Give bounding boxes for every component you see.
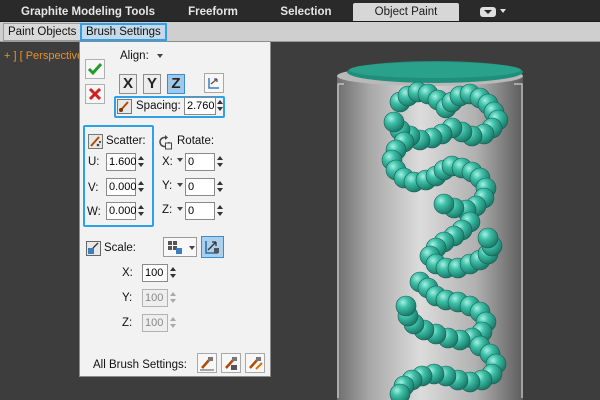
tab-graphite-modeling-tools[interactable]: Graphite Modeling Tools <box>18 3 158 21</box>
spacing-brush-icon <box>117 99 132 114</box>
rotate-x-input[interactable]: 0 <box>185 153 215 171</box>
scatter-w-input[interactable]: 0.000 <box>106 202 137 220</box>
flip-axis-button[interactable] <box>204 73 224 93</box>
scatter-u-label: U: <box>88 156 100 168</box>
scale-y-input[interactable]: 100 <box>142 289 168 307</box>
scatter-v-label: V: <box>88 182 99 194</box>
scatter-label: Scatter: <box>106 135 146 147</box>
rotate-z-input[interactable]: 0 <box>185 202 215 220</box>
brush-icon <box>200 357 214 371</box>
scale-icon <box>86 241 101 256</box>
scale-label: Scale: <box>104 242 136 254</box>
rotate-y-spinner[interactable] <box>217 178 225 196</box>
all-brush-settings-label: All Brush Settings: <box>93 359 187 371</box>
spacing-input[interactable]: 2.760 <box>184 97 216 115</box>
ribbon-minimize-icon <box>480 7 496 17</box>
align-label: Align: <box>120 50 149 62</box>
scale-x-spinner[interactable] <box>170 264 178 282</box>
scale-z-input[interactable]: 100 <box>142 314 168 332</box>
rotate-z-dropdown-icon[interactable] <box>177 207 183 211</box>
rotate-x-spinner[interactable] <box>217 153 225 171</box>
rotate-y-dropdown-icon[interactable] <box>177 183 183 187</box>
brush-settings-panel: Align: X Y Z Spacing: 2.760 Scatter: U: … <box>79 41 271 377</box>
paint-objects-button[interactable]: Paint Objects <box>3 23 82 41</box>
scatter-v-spinner[interactable] <box>138 178 146 196</box>
brush-settings-button[interactable]: Brush Settings <box>80 23 167 41</box>
tab-freeform[interactable]: Freeform <box>178 3 248 21</box>
grid-lock-icon <box>168 241 182 254</box>
scatter-w-label: W: <box>87 206 101 218</box>
scatter-w-spinner[interactable] <box>138 202 146 220</box>
scale-lock-icon <box>205 241 219 254</box>
rotate-icon <box>157 134 173 150</box>
tab-object-paint[interactable]: Object Paint <box>353 3 459 21</box>
tab-selection[interactable]: Selection <box>272 3 340 21</box>
rotate-x-label: X: <box>162 156 173 168</box>
ribbon-tab-bar: Graphite Modeling Tools Freeform Selecti… <box>0 0 600 22</box>
ribbon-panel-bar: Paint Objects Brush Settings <box>0 22 600 42</box>
axis-flip-icon <box>208 78 219 89</box>
rotate-z-label: Z: <box>162 204 173 216</box>
scatter-u-spinner[interactable] <box>138 153 146 171</box>
rotate-z-spinner[interactable] <box>217 202 225 220</box>
painted-sphere <box>477 227 499 249</box>
brush-settings-save-button[interactable] <box>197 353 217 373</box>
brush-paint-icon <box>225 357 237 370</box>
scale-z-spinner[interactable] <box>170 314 178 332</box>
scatter-u-input[interactable]: 1.600 <box>106 153 137 171</box>
rotate-label: Rotate: <box>177 135 215 147</box>
align-dropdown-icon[interactable] <box>157 54 163 58</box>
cancel-button[interactable] <box>85 84 105 104</box>
scale-mode-dropdown[interactable] <box>163 237 197 257</box>
painted-sphere <box>433 193 455 215</box>
ribbon-options-dropdown[interactable] <box>478 6 518 18</box>
rotate-x-dropdown-icon[interactable] <box>177 158 183 162</box>
chevron-down-icon <box>500 9 506 13</box>
close-icon <box>88 87 102 101</box>
scatter-brush-icon <box>88 134 103 149</box>
align-y-button[interactable]: Y <box>143 74 161 94</box>
brush-settings-reset-button[interactable] <box>245 353 265 373</box>
spacing-label: Spacing: <box>136 100 181 112</box>
chevron-down-icon <box>189 246 195 250</box>
ok-button[interactable] <box>85 59 105 79</box>
align-x-button[interactable]: X <box>119 74 137 94</box>
scale-x-input[interactable]: 100 <box>142 264 168 282</box>
scale-y-spinner[interactable] <box>170 289 178 307</box>
align-z-button[interactable]: Z <box>167 74 185 94</box>
checkmark-icon <box>87 63 103 76</box>
rotate-y-label: Y: <box>162 180 173 192</box>
brush-settings-load-button[interactable] <box>221 353 241 373</box>
spacing-spinner[interactable] <box>217 97 225 115</box>
scale-x-label: X: <box>122 267 133 279</box>
scale-y-label: Y: <box>122 292 133 304</box>
brush-reset-icon <box>249 357 263 370</box>
scale-z-label: Z: <box>122 317 133 329</box>
scatter-v-input[interactable]: 0.000 <box>106 178 137 196</box>
rotate-y-input[interactable]: 0 <box>185 178 215 196</box>
painted-sphere <box>383 111 405 133</box>
uniform-scale-lock-button[interactable] <box>201 236 224 258</box>
painted-sphere <box>395 295 417 317</box>
